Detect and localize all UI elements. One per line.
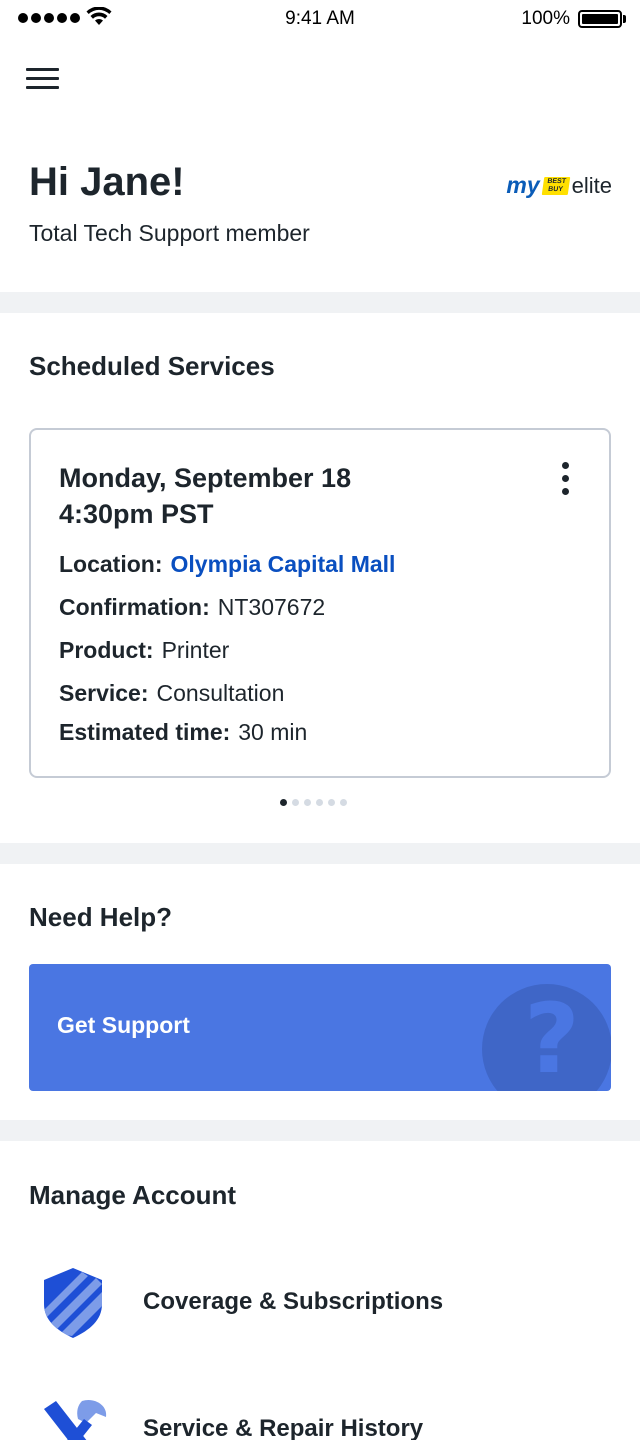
- pagination-dot[interactable]: [328, 799, 335, 806]
- service-history-label: Service & Repair History: [143, 1415, 424, 1440]
- pagination-dot[interactable]: [340, 799, 347, 806]
- battery-percentage: 100%: [521, 8, 570, 29]
- logo-my: my: [506, 172, 540, 198]
- my-best-buy-elite-logo: my BEST BUY elite: [506, 172, 612, 199]
- service-date: Monday, September 18 4:30pm PST: [59, 460, 351, 532]
- pagination-dot[interactable]: [280, 799, 287, 806]
- product-value: Printer: [161, 637, 230, 663]
- battery-icon: [578, 10, 622, 28]
- location-row: Location: Olympia Capital Mall: [59, 551, 395, 578]
- menu-icon[interactable]: [26, 66, 60, 92]
- need-help-title: Need Help?: [29, 902, 173, 932]
- service-label: Service:: [59, 680, 149, 706]
- pagination-dot[interactable]: [292, 799, 299, 806]
- section-divider: [0, 292, 640, 313]
- hammer-wrench-icon: [44, 1399, 107, 1440]
- pagination-dot[interactable]: [316, 799, 323, 806]
- logo-tier: elite: [571, 172, 612, 198]
- product-label: Product:: [59, 637, 154, 663]
- estimated-time-label: Estimated time:: [59, 719, 231, 745]
- get-support-label: Get Support: [57, 1012, 190, 1038]
- service-value: Consultation: [156, 680, 285, 706]
- more-options-icon[interactable]: [559, 460, 571, 496]
- product-row: Product: Printer: [59, 637, 229, 664]
- coverage-label: Coverage & Subscriptions: [143, 1288, 444, 1315]
- section-divider: [0, 843, 640, 864]
- greeting-title: Hi Jane!: [29, 160, 185, 204]
- shield-icon: [44, 1268, 102, 1338]
- service-card[interactable]: Monday, September 18 4:30pm PST Location…: [29, 428, 611, 778]
- confirmation-value: NT307672: [217, 594, 326, 620]
- confirmation-label: Confirmation:: [59, 594, 210, 620]
- best-buy-tag-icon: BEST BUY: [541, 176, 570, 195]
- section-divider: [0, 1120, 640, 1141]
- carousel-pagination[interactable]: [280, 799, 347, 806]
- battery-cap: [623, 15, 626, 23]
- service-date-day: Monday, September 18: [59, 463, 352, 493]
- location-link[interactable]: Olympia Capital Mall: [171, 551, 396, 577]
- manage-account-title: Manage Account: [29, 1180, 237, 1210]
- estimated-time-row: Estimated time: 30 min: [59, 719, 307, 746]
- account-item-service-history[interactable]: Service & Repair History: [0, 1385, 640, 1440]
- account-item-coverage[interactable]: Coverage & Subscriptions: [0, 1258, 640, 1348]
- scheduled-services-title: Scheduled Services: [29, 351, 275, 381]
- status-bar: 9:41 AM 100%: [0, 0, 640, 38]
- get-support-button[interactable]: Get Support ?: [29, 964, 611, 1091]
- pagination-dot[interactable]: [304, 799, 311, 806]
- confirmation-row: Confirmation: NT307672: [59, 594, 325, 621]
- service-row: Service: Consultation: [59, 680, 284, 707]
- service-date-time: 4:30pm PST: [59, 499, 214, 529]
- location-label: Location:: [59, 551, 163, 577]
- question-mark-icon: ?: [524, 983, 580, 1091]
- estimated-time-value: 30 min: [238, 719, 308, 745]
- membership-label: Total Tech Support member: [29, 220, 310, 246]
